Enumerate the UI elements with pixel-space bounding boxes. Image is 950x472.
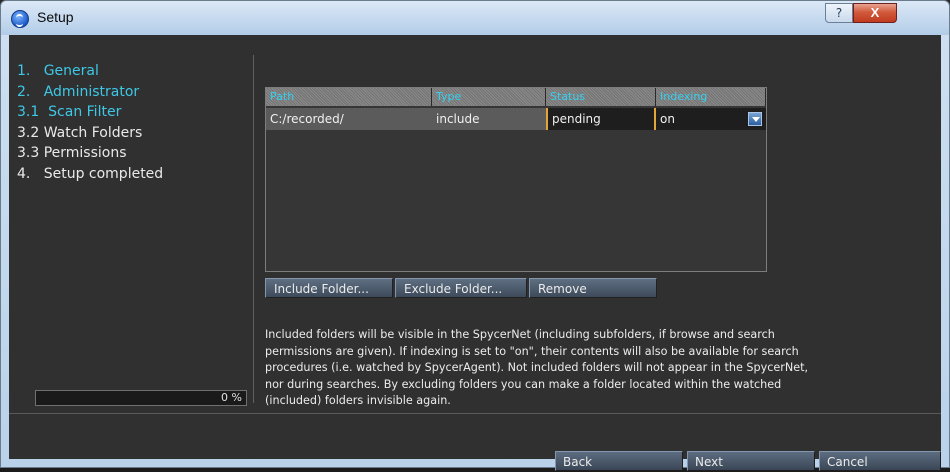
column-header-status[interactable]: Status — [546, 88, 656, 106]
help-text: Included folders will be visible in the … — [265, 328, 809, 407]
progress-label: 0 % — [221, 391, 242, 404]
back-button[interactable]: Back — [555, 451, 683, 471]
remove-button[interactable]: Remove — [529, 278, 657, 298]
step-item-administrator: 2. Administrator — [17, 83, 140, 100]
title-bar[interactable]: Setup ? X — [1, 1, 949, 35]
vertical-divider — [253, 55, 254, 403]
step-item-watch-folders: 3.2 Watch Folders — [17, 124, 143, 141]
chevron-down-icon[interactable] — [748, 112, 762, 126]
close-button[interactable]: X — [853, 3, 897, 23]
step-item-scan-filter: 3.1 Scan Filter — [17, 104, 122, 120]
column-header-type[interactable]: Type — [432, 88, 546, 106]
step-item-setup-completed: 4. Setup completed — [17, 165, 164, 182]
step-item-permissions: 3.3 Permissions — [17, 145, 127, 161]
cell-path[interactable]: C:/recorded/ — [266, 108, 432, 130]
folder-table: Path Type Status Indexing C:/recorded/ i… — [265, 87, 767, 272]
exclude-folder-button[interactable]: Exclude Folder... — [395, 278, 527, 298]
cell-status[interactable]: pending — [546, 108, 656, 130]
cell-type[interactable]: include — [432, 108, 546, 130]
help-button[interactable]: ? — [825, 3, 853, 23]
include-folder-button[interactable]: Include Folder... — [265, 278, 393, 298]
setup-progress-bar: 0 % — [35, 390, 247, 406]
app-icon — [11, 10, 29, 28]
next-button[interactable]: Next — [687, 451, 815, 471]
setup-window: Setup ? X 1. General 2. Administrator 3.… — [0, 0, 950, 471]
window-title: Setup — [37, 9, 74, 25]
step-list: 1. General 2. Administrator 3.1 Scan Fil… — [17, 61, 163, 184]
horizontal-divider — [9, 413, 941, 414]
step-item-general: 1. General — [17, 63, 99, 79]
table-header: Path Type Status Indexing — [266, 88, 766, 106]
column-header-indexing[interactable]: Indexing — [656, 88, 766, 106]
table-row[interactable]: C:/recorded/ include pending on — [266, 108, 766, 130]
indexing-dropdown[interactable]: on — [656, 108, 766, 130]
cancel-button[interactable]: Cancel — [819, 451, 941, 471]
column-header-path[interactable]: Path — [266, 88, 432, 106]
indexing-value: on — [660, 112, 675, 126]
wizard-content: 1. General 2. Administrator 3.1 Scan Fil… — [9, 35, 941, 471]
